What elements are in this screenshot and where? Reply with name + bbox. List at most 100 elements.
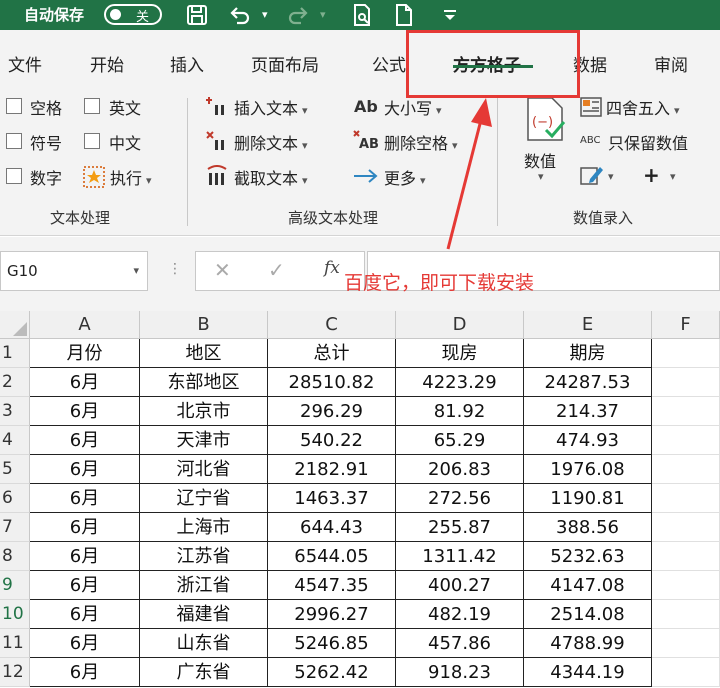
table-cell-empty[interactable] bbox=[652, 426, 720, 455]
table-cell[interactable]: 5262.42 bbox=[268, 658, 396, 687]
value-button[interactable]: 数值 bbox=[524, 148, 556, 172]
delete-text-button[interactable]: 删除文本 ▾ bbox=[234, 130, 308, 154]
row-header[interactable]: 3 bbox=[0, 397, 30, 426]
table-cell[interactable]: 81.92 bbox=[396, 397, 524, 426]
table-cell-empty[interactable] bbox=[652, 571, 720, 600]
table-cell[interactable]: 296.29 bbox=[268, 397, 396, 426]
row-header[interactable]: 1 bbox=[0, 339, 30, 368]
table-cell[interactable]: 期房 bbox=[524, 339, 652, 368]
table-cell[interactable]: 918.23 bbox=[396, 658, 524, 687]
chevron-down-icon[interactable]: ▾ bbox=[133, 264, 139, 277]
spreadsheet-grid[interactable]: A B C D E F 1 月份 地区 总计 现房 期房 2 6月 东部地区 28510.82 42… bbox=[0, 311, 720, 688]
table-cell[interactable]: 6月 bbox=[30, 455, 140, 484]
undo-icon[interactable] bbox=[228, 3, 252, 27]
table-cell[interactable]: 河北省 bbox=[140, 455, 268, 484]
redo-dropdown-icon[interactable]: ▾ bbox=[320, 8, 326, 21]
checkbox-number[interactable] bbox=[6, 168, 22, 184]
table-cell[interactable]: 上海市 bbox=[140, 513, 268, 542]
cancel-icon[interactable]: ✕ bbox=[214, 258, 231, 282]
table-cell-empty[interactable] bbox=[652, 484, 720, 513]
keep-value-button[interactable]: 只保留数值 bbox=[608, 130, 688, 154]
name-box[interactable]: G10 ▾ bbox=[0, 251, 148, 291]
tab-page-layout[interactable]: 页面布局 bbox=[251, 51, 319, 76]
table-cell-empty[interactable] bbox=[652, 542, 720, 571]
table-cell[interactable]: 4344.19 bbox=[524, 658, 652, 687]
table-cell-empty[interactable] bbox=[652, 397, 720, 426]
checkbox-english[interactable] bbox=[84, 98, 100, 114]
case-button[interactable]: 大小写 ▾ bbox=[384, 95, 442, 119]
row-header[interactable]: 5 bbox=[0, 455, 30, 484]
table-cell[interactable]: 28510.82 bbox=[268, 368, 396, 397]
execute-button[interactable]: 执行 ▾ bbox=[110, 165, 152, 189]
table-cell[interactable]: 月份 bbox=[30, 339, 140, 368]
table-cell[interactable]: 6月 bbox=[30, 368, 140, 397]
table-cell[interactable]: 浙江省 bbox=[140, 571, 268, 600]
extract-text-button[interactable]: 截取文本 ▾ bbox=[234, 165, 308, 189]
table-cell[interactable]: 6544.05 bbox=[268, 542, 396, 571]
tab-review[interactable]: 审阅 bbox=[654, 51, 688, 76]
table-cell[interactable]: 6月 bbox=[30, 484, 140, 513]
table-cell[interactable]: 272.56 bbox=[396, 484, 524, 513]
table-cell[interactable]: 388.56 bbox=[524, 513, 652, 542]
table-cell[interactable]: 1976.08 bbox=[524, 455, 652, 484]
table-cell[interactable]: 东部地区 bbox=[140, 368, 268, 397]
table-cell[interactable]: 4223.29 bbox=[396, 368, 524, 397]
table-cell[interactable]: 总计 bbox=[268, 339, 396, 368]
row-header[interactable]: 8 bbox=[0, 542, 30, 571]
insert-text-button[interactable]: 插入文本 ▾ bbox=[234, 95, 308, 119]
table-cell-empty[interactable] bbox=[652, 513, 720, 542]
row-header[interactable]: 2 bbox=[0, 368, 30, 397]
tab-file[interactable]: 文件 bbox=[8, 51, 42, 76]
plus-icon[interactable]: + bbox=[643, 163, 660, 187]
table-cell[interactable]: 5232.63 bbox=[524, 542, 652, 571]
table-cell[interactable]: 6月 bbox=[30, 513, 140, 542]
table-cell-empty[interactable] bbox=[652, 339, 720, 368]
table-cell[interactable]: 6月 bbox=[30, 542, 140, 571]
table-cell[interactable]: 广东省 bbox=[140, 658, 268, 687]
confirm-icon[interactable]: ✓ bbox=[268, 258, 285, 282]
select-all-corner[interactable] bbox=[0, 311, 30, 339]
table-cell[interactable]: 24287.53 bbox=[524, 368, 652, 397]
row-header[interactable]: 11 bbox=[0, 629, 30, 658]
table-cell-empty[interactable] bbox=[652, 455, 720, 484]
redo-icon[interactable] bbox=[286, 3, 310, 27]
tab-formulas[interactable]: 公式 bbox=[372, 51, 406, 76]
table-cell[interactable]: 北京市 bbox=[140, 397, 268, 426]
more-options-icon[interactable]: ⋮ bbox=[168, 261, 182, 277]
table-cell[interactable]: 1190.81 bbox=[524, 484, 652, 513]
table-cell[interactable]: 6月 bbox=[30, 397, 140, 426]
row-header[interactable]: 12 bbox=[0, 658, 30, 687]
undo-dropdown-icon[interactable]: ▾ bbox=[262, 8, 268, 21]
table-cell[interactable]: 214.37 bbox=[524, 397, 652, 426]
autosave-toggle[interactable]: 关 bbox=[104, 4, 162, 25]
row-header[interactable]: 6 bbox=[0, 484, 30, 513]
print-preview-icon[interactable] bbox=[350, 3, 374, 27]
table-cell[interactable]: 5246.85 bbox=[268, 629, 396, 658]
table-cell[interactable]: 474.93 bbox=[524, 426, 652, 455]
table-cell[interactable]: 4547.35 bbox=[268, 571, 396, 600]
table-cell-empty[interactable] bbox=[652, 629, 720, 658]
tab-insert[interactable]: 插入 bbox=[170, 51, 204, 76]
save-icon[interactable] bbox=[185, 3, 209, 27]
table-cell[interactable]: 山东省 bbox=[140, 629, 268, 658]
table-cell[interactable]: 6月 bbox=[30, 658, 140, 687]
row-header[interactable]: 7 bbox=[0, 513, 30, 542]
table-cell[interactable]: 457.86 bbox=[396, 629, 524, 658]
table-cell[interactable]: 540.22 bbox=[268, 426, 396, 455]
new-file-icon[interactable] bbox=[392, 3, 416, 27]
tab-home[interactable]: 开始 bbox=[90, 51, 124, 76]
chevron-down-icon[interactable]: ▾ bbox=[608, 170, 614, 183]
row-header[interactable]: 10 bbox=[0, 600, 30, 629]
table-cell-empty[interactable] bbox=[652, 368, 720, 397]
column-header-b[interactable]: B bbox=[140, 311, 268, 339]
execute-icon[interactable] bbox=[83, 166, 105, 188]
column-header-c[interactable]: C bbox=[268, 311, 396, 339]
table-cell[interactable]: 255.87 bbox=[396, 513, 524, 542]
column-header-e[interactable]: E bbox=[524, 311, 652, 339]
table-cell-empty[interactable] bbox=[652, 658, 720, 687]
table-cell[interactable]: 2182.91 bbox=[268, 455, 396, 484]
customize-toolbar-icon[interactable] bbox=[438, 3, 462, 27]
chevron-down-icon[interactable]: ▾ bbox=[670, 170, 676, 183]
insert-function-icon[interactable]: fx bbox=[324, 258, 340, 278]
checkbox-symbol[interactable] bbox=[6, 133, 22, 149]
